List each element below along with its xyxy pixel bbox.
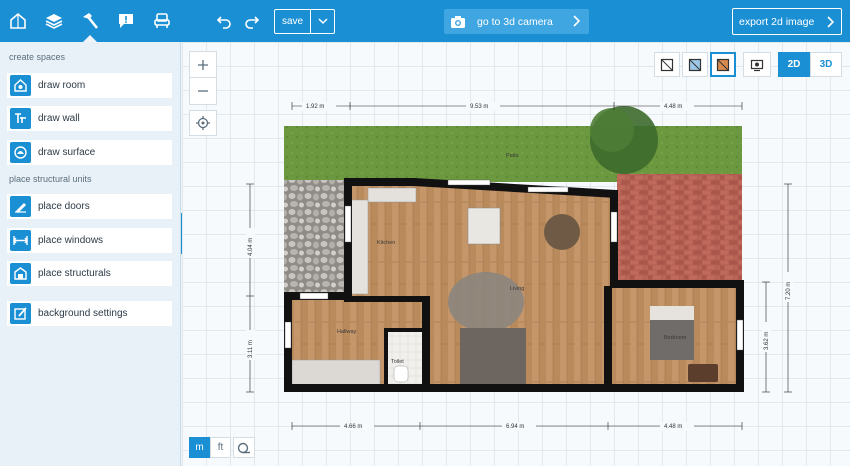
layers-icon [45, 14, 63, 29]
door-icon [10, 196, 31, 217]
hammer-icon [83, 13, 99, 29]
comment-icon [119, 14, 133, 28]
unit-meters-button[interactable]: m [189, 437, 210, 458]
zoom-controls [189, 51, 217, 105]
draw-wall-button[interactable]: draw wall [7, 106, 172, 131]
export-button-label: export 2d image [739, 15, 815, 28]
structural-icon [10, 263, 31, 284]
tab-comment[interactable] [108, 0, 144, 42]
unit-toggle: m ft [189, 437, 255, 458]
outline-style-icon [660, 58, 674, 71]
tab-house[interactable] [0, 0, 36, 42]
place-doors-button[interactable]: place doors [7, 194, 172, 219]
camera-button-label: go to 3d camera [477, 15, 553, 28]
draw-surface-button[interactable]: draw surface [7, 140, 172, 165]
export-2d-image-button[interactable]: export 2d image [732, 8, 842, 35]
image-icon [750, 59, 764, 71]
build-sidebar: create spaces draw room draw wall draw s… [0, 42, 181, 466]
floorplan-canvas[interactable] [182, 42, 850, 466]
measure-tool-button[interactable] [233, 437, 255, 458]
view-2d-button[interactable]: 2D [778, 52, 810, 77]
place-structurals-button[interactable]: place structurals [7, 261, 172, 286]
tab-layers[interactable] [36, 0, 72, 42]
background-settings-button[interactable]: background settings [7, 301, 172, 326]
unit-feet-button[interactable]: ft [210, 437, 231, 458]
place-doors-label: place doors [38, 201, 90, 212]
tab-furniture[interactable] [144, 0, 180, 42]
place-windows-label: place windows [38, 235, 104, 246]
redo-icon [245, 16, 260, 29]
style-outline-button[interactable] [654, 52, 680, 77]
chevron-right-icon [827, 16, 834, 28]
style-shaded-button[interactable] [682, 52, 708, 77]
shaded-style-icon [688, 58, 702, 71]
room-icon [10, 75, 31, 96]
background-image-toggle[interactable] [743, 52, 771, 77]
redo-button[interactable] [242, 11, 262, 31]
save-button[interactable]: save [275, 10, 311, 33]
camera-icon [451, 15, 465, 28]
crosshair-icon [196, 116, 210, 130]
draw-room-button[interactable]: draw room [7, 73, 172, 98]
measuring-tape-icon [237, 442, 250, 453]
save-group: save [274, 9, 335, 34]
undo-icon [216, 16, 231, 29]
plus-icon [198, 59, 208, 70]
save-dropdown-button[interactable] [311, 10, 334, 33]
textured-style-icon [716, 58, 730, 71]
wall-icon [10, 108, 31, 129]
chevron-down-icon [317, 18, 328, 25]
zoom-out-button[interactable] [190, 78, 216, 104]
background-settings-label: background settings [38, 308, 128, 319]
tab-build[interactable] [72, 0, 108, 42]
undo-button[interactable] [214, 11, 234, 31]
draw-room-label: draw room [38, 80, 86, 91]
chevron-right-icon [573, 15, 580, 27]
go-to-3d-camera-button[interactable]: go to 3d camera [444, 9, 589, 34]
zoom-in-button[interactable] [190, 52, 216, 78]
recenter-button[interactable] [189, 110, 217, 136]
place-windows-button[interactable]: place windows [7, 228, 172, 253]
main-tab-bar [0, 0, 181, 42]
draw-surface-label: draw surface [38, 147, 96, 158]
surface-icon [10, 142, 31, 163]
background-settings-icon [10, 303, 31, 324]
view-3d-button[interactable]: 3D [810, 52, 842, 77]
window-icon [10, 230, 31, 251]
house-icon [10, 12, 26, 29]
armchair-icon [154, 13, 170, 28]
view-mode-toggle: 2D 3D [778, 52, 842, 77]
minus-icon [198, 90, 208, 92]
create-spaces-heading: create spaces [9, 52, 66, 62]
structural-units-heading: place structural units [9, 174, 92, 184]
top-toolbar: save go to 3d camera export 2d image [0, 0, 850, 42]
place-structurals-label: place structurals [38, 268, 111, 279]
render-style-group [654, 52, 736, 77]
style-textured-button[interactable] [710, 52, 736, 77]
draw-wall-label: draw wall [38, 113, 80, 124]
